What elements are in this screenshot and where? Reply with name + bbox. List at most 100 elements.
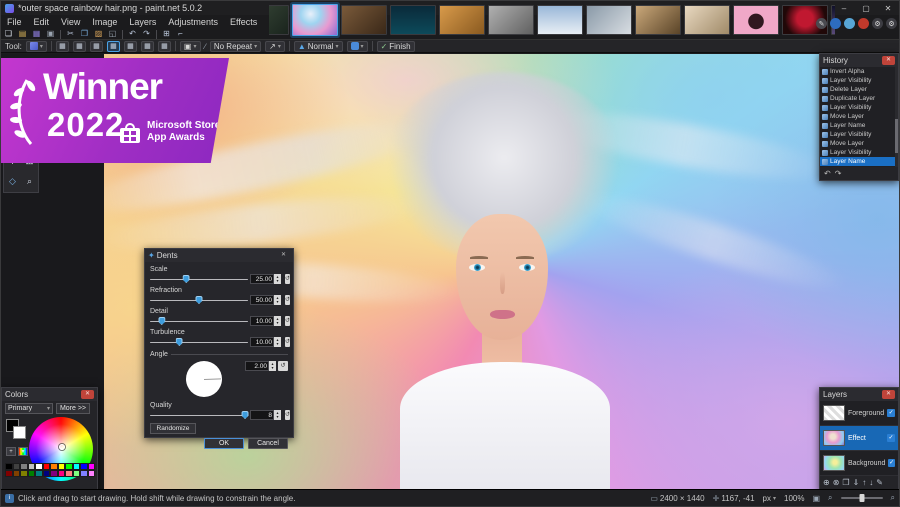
history-item[interactable]: Layer Visibility — [820, 148, 898, 157]
palette-swatch[interactable] — [43, 463, 51, 470]
selection-mode-button[interactable]: ▦ — [124, 41, 137, 52]
palette-swatch[interactable] — [58, 463, 66, 470]
image-thumbnail[interactable] — [341, 5, 387, 35]
image-thumbnail[interactable] — [635, 5, 681, 35]
layer-visibility-checkbox[interactable]: ✓ — [887, 434, 895, 442]
selection-mode-button[interactable]: ▦ — [158, 41, 171, 52]
redo-icon[interactable]: ↷ — [141, 29, 152, 39]
zoom-in-icon[interactable]: ⌕ — [891, 493, 895, 503]
cancel-button[interactable]: Cancel — [248, 438, 288, 449]
fit-to-window-icon[interactable]: ▣ — [812, 494, 820, 503]
fill-repeat-dropdown[interactable]: No Repeat ▾ — [210, 41, 261, 52]
open-folder-icon[interactable]: ▤ — [17, 29, 28, 39]
more-button[interactable]: More >> — [56, 403, 90, 414]
palette-swatch[interactable] — [28, 470, 36, 477]
zoom-tool-icon[interactable]: ⌕ — [27, 176, 32, 187]
history-item[interactable]: Duplicate Layer — [820, 94, 898, 103]
crop-icon[interactable]: ◱ — [107, 29, 118, 39]
cut-icon[interactable]: ✂ — [65, 29, 76, 39]
blend-mode-dropdown[interactable]: ▲ Normal ▾ — [294, 41, 343, 52]
gradient-type-dropdown[interactable]: ↗ ▾ — [265, 41, 285, 52]
layer-visibility-checkbox[interactable]: ✓ — [888, 459, 895, 467]
palette-swatch[interactable] — [13, 470, 21, 477]
menu-effects[interactable]: Effects — [224, 15, 263, 28]
reset-icon[interactable]: ↺ — [285, 295, 290, 305]
layer-properties-icon[interactable]: ✎ — [876, 478, 883, 487]
palette-swatch[interactable] — [50, 470, 58, 477]
palette-swatch[interactable] — [35, 470, 43, 477]
image-thumbnail[interactable] — [269, 5, 289, 35]
history-item-selected[interactable]: Layer Name — [820, 157, 898, 166]
close-button[interactable]: ✕ — [877, 1, 899, 15]
selection-mode-button[interactable]: ▦ — [73, 41, 86, 52]
selection-mode-button-active[interactable]: ▦ — [107, 41, 120, 52]
palette-swatch[interactable] — [13, 463, 21, 470]
palette-swatch[interactable] — [20, 470, 28, 477]
scale-slider[interactable] — [150, 274, 248, 284]
finish-button[interactable]: ✓ Finish — [377, 41, 415, 52]
turbulence-slider[interactable] — [150, 337, 248, 347]
layer-row-background[interactable]: Background ✓ — [820, 451, 898, 476]
image-thumbnail-active[interactable] — [292, 4, 338, 36]
palette-menu-button[interactable]: ▾ — [18, 447, 28, 456]
reset-icon[interactable]: ↺ — [285, 410, 290, 420]
history-item[interactable]: Layer Visibility — [820, 130, 898, 139]
history-item[interactable]: Invert Alpha — [820, 67, 898, 76]
slider-thumb[interactable] — [242, 411, 249, 419]
add-color-button[interactable]: + — [6, 447, 16, 456]
spinner-buttons[interactable]: ▴▾ — [274, 295, 281, 305]
selection-mode-button[interactable]: ▦ — [90, 41, 103, 52]
history-item[interactable]: Layer Visibility — [820, 76, 898, 85]
merge-layer-down-icon[interactable]: ⇓ — [853, 478, 860, 487]
menu-image[interactable]: Image — [86, 15, 123, 28]
secondary-color-swatch[interactable] — [13, 426, 26, 439]
new-file-icon[interactable]: ❏ — [3, 29, 14, 39]
turbulence-value-input[interactable]: 10.00 — [250, 337, 274, 347]
save-icon[interactable]: ▦ — [31, 29, 42, 39]
paste-icon[interactable]: ▨ — [93, 29, 104, 39]
palette-swatch[interactable] — [88, 463, 96, 470]
history-scrollbar[interactable] — [895, 67, 898, 167]
zoom-slider-thumb[interactable] — [859, 494, 864, 502]
quality-slider[interactable] — [150, 410, 248, 420]
layer-row-foreground[interactable]: Foreground ✓ — [820, 401, 898, 426]
menu-view[interactable]: View — [55, 15, 86, 28]
image-thumbnail[interactable] — [537, 5, 583, 35]
reset-icon[interactable]: ↺ — [285, 337, 290, 347]
image-thumbnail[interactable] — [439, 5, 485, 35]
palette-swatch[interactable] — [88, 470, 96, 477]
spinner-buttons[interactable]: ▴▾ — [274, 274, 281, 284]
reset-icon[interactable]: ↺ — [285, 274, 290, 284]
history-item[interactable]: Delete Layer — [820, 85, 898, 94]
undo-icon[interactable]: ↶ — [824, 169, 831, 178]
duplicate-layer-icon[interactable]: ❐ — [842, 478, 849, 487]
selection-mode-button[interactable]: ▦ — [56, 41, 69, 52]
maximize-button[interactable]: ▢ — [855, 1, 877, 15]
delete-layer-icon[interactable]: ⊗ — [833, 478, 840, 487]
palette-swatch[interactable] — [5, 470, 13, 477]
palette-swatch[interactable] — [80, 463, 88, 470]
slider-thumb[interactable] — [196, 296, 203, 304]
refraction-slider[interactable] — [150, 295, 248, 305]
add-layer-icon[interactable]: ⊕ — [823, 478, 830, 487]
palette-swatch[interactable] — [65, 463, 73, 470]
menu-adjustments[interactable]: Adjustments — [162, 15, 224, 28]
units-dropdown[interactable]: px▾ — [763, 494, 776, 503]
palette-swatch[interactable] — [73, 470, 81, 477]
active-tool-dropdown[interactable]: ▾ — [26, 41, 47, 52]
selection-mode-button[interactable]: ▦ — [141, 41, 154, 52]
help-gear-icon[interactable]: ⚙ — [886, 18, 897, 29]
colors-close-icon[interactable]: ✕ — [81, 390, 94, 399]
angle-dial[interactable] — [186, 361, 222, 397]
spinner-buttons[interactable]: ▴▾ — [269, 361, 276, 371]
image-thumbnail[interactable] — [390, 5, 436, 35]
settings-gear-icon[interactable]: ⚙ — [872, 18, 883, 29]
palette-swatch[interactable] — [35, 463, 43, 470]
print-icon[interactable]: ▣ — [45, 29, 56, 39]
zoom-out-icon[interactable]: ⌕ — [828, 493, 832, 503]
menu-edit[interactable]: Edit — [28, 15, 56, 28]
spinner-buttons[interactable]: ▴▾ — [274, 410, 281, 420]
spinner-buttons[interactable]: ▴▾ — [274, 316, 281, 326]
quality-value-input[interactable]: 8 — [250, 410, 274, 420]
move-layer-up-icon[interactable]: ↑ — [862, 478, 866, 487]
